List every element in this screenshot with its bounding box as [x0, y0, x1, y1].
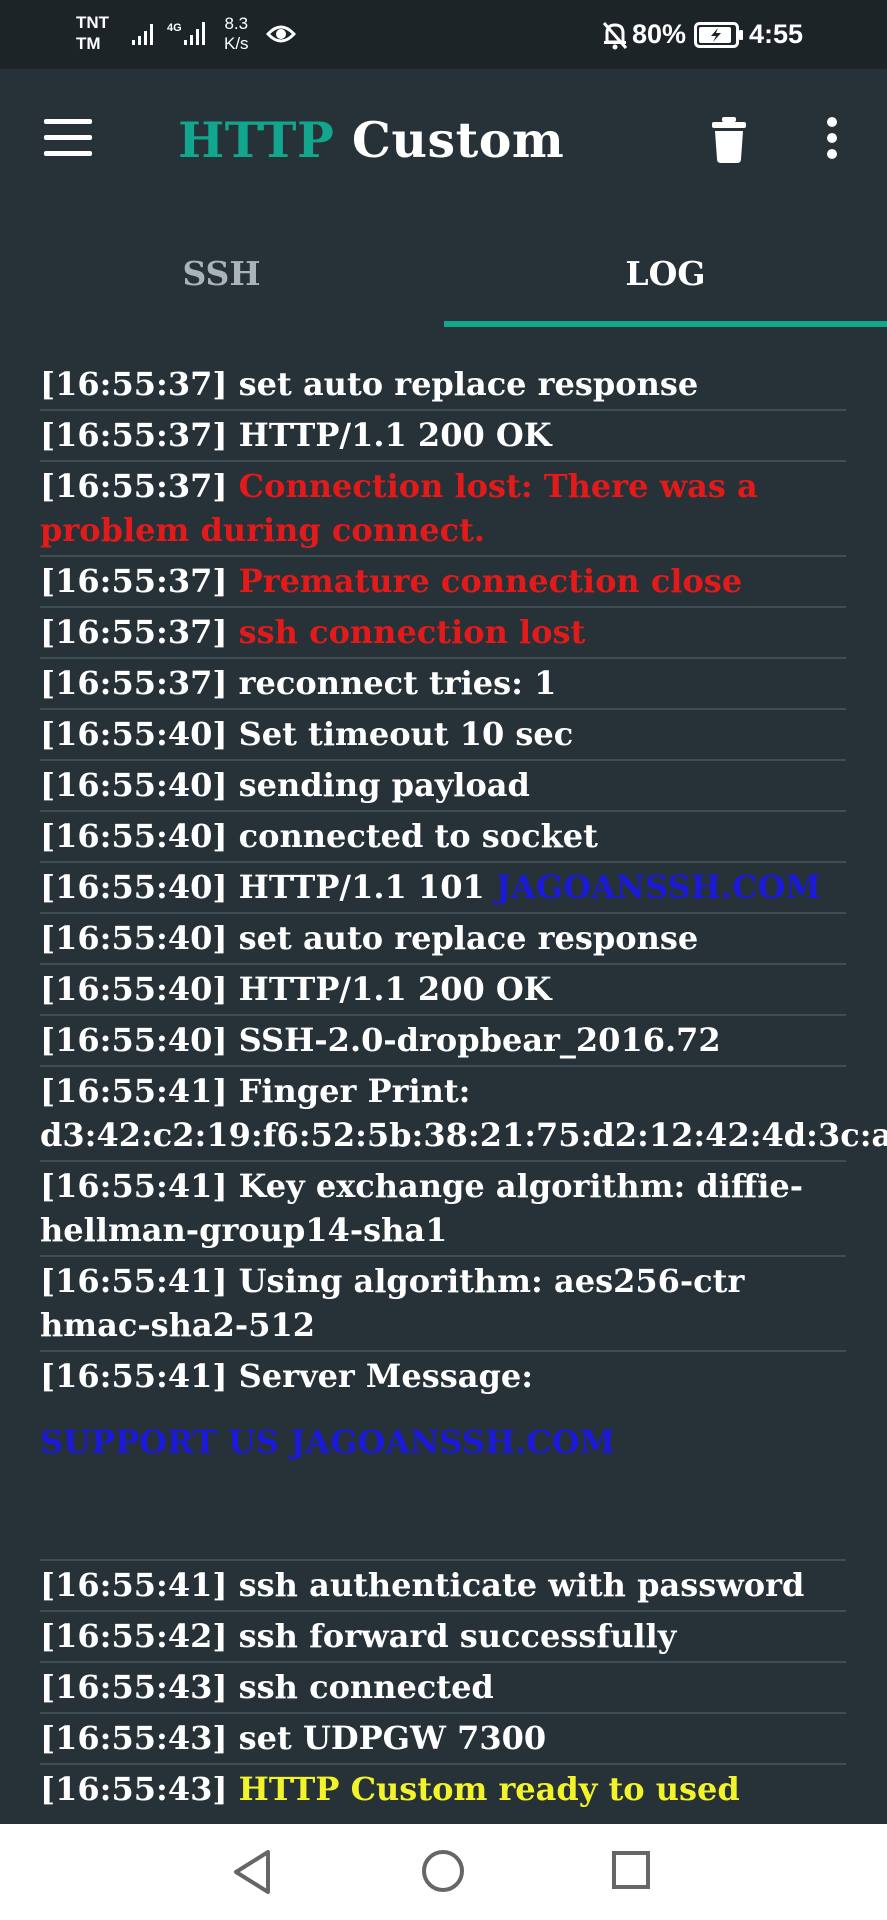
- log-line: [16:55:40] SSH-2.0-dropbear_2016.72: [40, 1018, 846, 1067]
- log-line: [16:55:40] HTTP/1.1 101 JAGOANSSH.COM: [40, 865, 846, 914]
- carrier-label: TNT TM: [76, 12, 109, 54]
- log-timestamp: [16:55:40]: [40, 817, 228, 855]
- log-timestamp: [16:55:37]: [40, 562, 228, 600]
- log-timestamp: [16:55:41]: [40, 1072, 228, 1110]
- log-timestamp: [16:55:37]: [40, 467, 228, 505]
- log-message: connected to socket: [238, 817, 598, 855]
- log-message: HTTP/1.1 101: [238, 868, 496, 906]
- log-line: [16:55:41] Key exchange algorithm: diffi…: [40, 1164, 846, 1257]
- network-type: 4G: [167, 22, 182, 34]
- more-vertical-icon[interactable]: [824, 117, 840, 159]
- log-timestamp: [16:55:41]: [40, 1167, 228, 1205]
- log-message: ssh connected: [238, 1668, 494, 1706]
- log-message: SSH-2.0-dropbear_2016.72: [238, 1021, 721, 1059]
- navigation-bar: [0, 1824, 887, 1920]
- log-line: [16:55:43] HTTP Custom ready to used: [40, 1767, 846, 1814]
- log-line: [16:55:41] Finger Print: d3:42:c2:19:f6:…: [40, 1069, 887, 1162]
- log-timestamp: [16:55:37]: [40, 365, 228, 403]
- log-line: [16:55:40] HTTP/1.1 200 OK: [40, 967, 846, 1016]
- log-message: Premature connection close: [238, 562, 743, 600]
- signal-icon: 4G: [132, 22, 205, 45]
- log-timestamp: [16:55:37]: [40, 613, 228, 651]
- trash-icon[interactable]: [712, 117, 746, 163]
- log-message: ssh connection lost: [238, 613, 586, 651]
- app-title: HTTP Custom: [178, 111, 564, 169]
- log-message: set UDPGW 7300: [238, 1719, 547, 1757]
- network-speed: 8.3 K/s: [224, 14, 249, 54]
- status-bar: TNT TM 4G 8.3 K/s 80% 4:55: [0, 0, 887, 69]
- server-message-text: SUPPORT US JAGOANSSH.COM: [40, 1423, 616, 1461]
- log-timestamp: [16:55:43]: [40, 1668, 228, 1706]
- log-line: [16:55:40] connected to socket: [40, 814, 846, 863]
- log-message: Set timeout 10 sec: [238, 715, 574, 753]
- battery-icon: [694, 22, 743, 48]
- log-timestamp: [16:55:43]: [40, 1770, 228, 1808]
- log-message: Server Message:: [238, 1357, 534, 1395]
- log-timestamp: [16:55:40]: [40, 766, 228, 804]
- tab-bar: SSH LOG: [0, 247, 887, 327]
- log-message: sending payload: [238, 766, 530, 804]
- home-icon[interactable]: [420, 1848, 466, 1894]
- log-message: HTTP/1.1 200 OK: [238, 970, 552, 1008]
- log-timestamp: [16:55:40]: [40, 919, 228, 957]
- recent-apps-icon[interactable]: [611, 1850, 651, 1890]
- log-message: set auto replace response: [238, 365, 699, 403]
- log-line: [16:55:42] ssh forward successfully: [40, 1614, 846, 1663]
- app-title-accent: HTTP: [178, 111, 335, 169]
- log-timestamp: [16:55:40]: [40, 970, 228, 1008]
- log-timestamp: [16:55:42]: [40, 1617, 228, 1655]
- log-line: [16:55:37] reconnect tries: 1: [40, 661, 846, 710]
- log-message: HTTP Custom ready to used: [238, 1770, 740, 1808]
- log-line: [16:55:37] Connection lost: There was a …: [40, 464, 846, 557]
- tab-ssh[interactable]: SSH: [0, 247, 443, 326]
- log-line: [16:55:40] Set timeout 10 sec: [40, 712, 846, 761]
- log-message: HTTP/1.1 200 OK: [238, 416, 552, 454]
- log-line: [16:55:40] sending payload: [40, 763, 846, 812]
- log-line: [16:55:37] ssh connection lost: [40, 610, 846, 659]
- log-line: [16:55:43] set UDPGW 7300: [40, 1716, 846, 1765]
- log-timestamp: [16:55:43]: [40, 1719, 228, 1757]
- log-timestamp: [16:55:37]: [40, 664, 228, 702]
- log-line: [16:55:37] set auto replace response: [40, 362, 846, 411]
- log-message: set auto replace response: [238, 919, 699, 957]
- menu-icon[interactable]: [44, 119, 92, 157]
- app-title-rest: Custom: [334, 111, 565, 169]
- log-timestamp: [16:55:40]: [40, 868, 228, 906]
- log-timestamp: [16:55:41]: [40, 1262, 228, 1300]
- carrier-line1: TNT: [76, 13, 110, 32]
- log-timestamp: [16:55:40]: [40, 715, 228, 753]
- log-timestamp: [16:55:41]: [40, 1566, 228, 1604]
- log-line: [16:55:37] Premature connection close: [40, 559, 846, 608]
- log-link-text: JAGOANSSH.COM: [495, 868, 821, 906]
- log-timestamp: [16:55:41]: [40, 1357, 228, 1395]
- log-message: reconnect tries: 1: [238, 664, 557, 702]
- speed-unit: K/s: [224, 34, 249, 53]
- log-message: ssh forward successfully: [238, 1617, 677, 1655]
- mute-bell-icon: [602, 22, 628, 50]
- clock: 4:55: [749, 19, 804, 49]
- log-timestamp: [16:55:40]: [40, 1021, 228, 1059]
- log-list[interactable]: [16:55:37] set auto replace response [16:…: [40, 362, 887, 1816]
- back-icon[interactable]: [230, 1848, 274, 1896]
- log-line: [16:55:41] ssh authenticate with passwor…: [40, 1563, 846, 1612]
- log-message: ssh authenticate with password: [238, 1566, 805, 1604]
- app-bar: HTTP Custom SSH LOG: [0, 69, 887, 327]
- log-line: [16:55:37] HTTP/1.1 200 OK: [40, 413, 846, 462]
- battery-percent: 80%: [632, 19, 687, 49]
- log-line: [16:55:41] Server Message: SUPPORT US JAG…: [40, 1354, 846, 1561]
- speed-value: 8.3: [224, 14, 249, 33]
- log-line: [16:55:41] Using algorithm: aes256-ctr h…: [40, 1259, 846, 1352]
- log-line: [16:55:40] set auto replace response: [40, 916, 846, 965]
- log-timestamp: [16:55:37]: [40, 416, 228, 454]
- eye-icon: [266, 25, 296, 43]
- carrier-line2: TM: [76, 34, 101, 53]
- active-tab-indicator: [444, 321, 887, 327]
- tab-log[interactable]: LOG: [444, 247, 887, 326]
- log-line: [16:55:43] ssh connected: [40, 1665, 846, 1714]
